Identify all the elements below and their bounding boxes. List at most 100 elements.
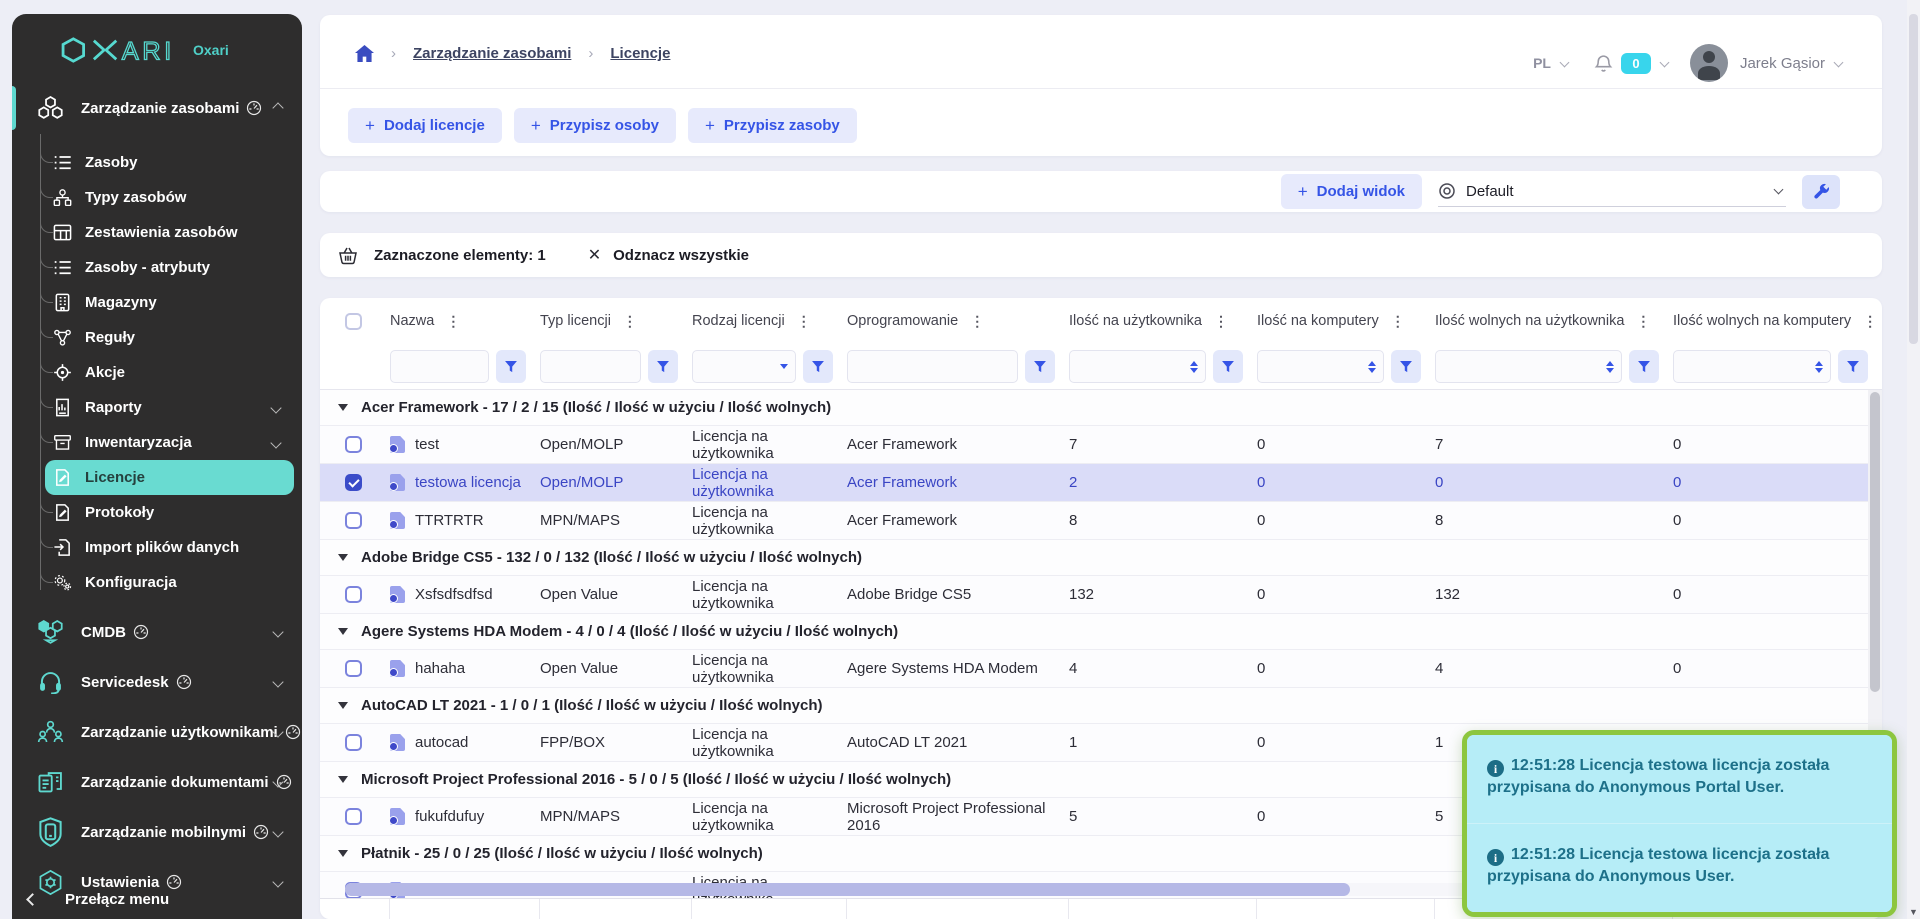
number-stepper[interactable] bbox=[1368, 361, 1376, 373]
group-row[interactable]: Adobe Bridge CS5 - 132 / 0 / 132 (Ilość … bbox=[320, 540, 1868, 576]
sidebar-item[interactable]: Zestawienia zasobów bbox=[12, 215, 302, 250]
filter-input[interactable] bbox=[692, 350, 796, 383]
sidebar-item[interactable]: Zarządzanie zasobami bbox=[12, 90, 302, 126]
home-icon[interactable] bbox=[355, 45, 374, 62]
cell-kind: Licencja na użytkownika bbox=[692, 504, 847, 538]
scrollbar-thumb[interactable] bbox=[1909, 14, 1918, 344]
filter-input[interactable] bbox=[1435, 350, 1622, 383]
column-menu-icon[interactable]: ⋮ bbox=[443, 313, 463, 330]
number-stepper[interactable] bbox=[1815, 361, 1823, 373]
sidebar-item[interactable]: Akcje bbox=[12, 355, 302, 390]
sidebar-item[interactable]: Licencje bbox=[45, 460, 294, 495]
chevron-down-icon[interactable] bbox=[1560, 57, 1570, 67]
filter-funnel-button[interactable] bbox=[1025, 350, 1055, 383]
sidebar-item[interactable]: Import plików danych bbox=[12, 530, 302, 565]
group-row[interactable]: Acer Framework - 17 / 2 / 15 (Ilość / Il… bbox=[320, 390, 1868, 426]
table-row[interactable]: testowa licencjaOpen/MOLPLicencja na uży… bbox=[320, 464, 1868, 502]
filter-input[interactable] bbox=[1257, 350, 1384, 383]
sidebar-item[interactable]: Inwentaryzacja bbox=[12, 425, 302, 460]
sidebar-item[interactable]: Protokoły bbox=[12, 495, 302, 530]
sidebar-item[interactable]: Raporty bbox=[12, 390, 302, 425]
filter-input[interactable] bbox=[1673, 350, 1831, 383]
column-menu-icon[interactable]: ⋮ bbox=[620, 313, 640, 330]
sidebar-item[interactable]: Zarządzanie dokumentami bbox=[12, 764, 302, 800]
filter-input[interactable] bbox=[847, 350, 1018, 383]
hexagons-icon bbox=[37, 96, 64, 120]
filter-funnel-button[interactable] bbox=[648, 350, 678, 383]
filter-funnel-button[interactable] bbox=[1629, 350, 1659, 383]
filter-input[interactable] bbox=[390, 350, 489, 383]
table-row[interactable]: testOpen/MOLPLicencja na użytkownikaAcer… bbox=[320, 426, 1868, 464]
gauge-icon bbox=[176, 674, 192, 690]
menu-toggle[interactable]: Przełącz menu bbox=[12, 879, 302, 919]
assign-people-button[interactable]: + Przypisz osoby bbox=[514, 108, 676, 143]
cell-per_user: 8 bbox=[1069, 512, 1257, 529]
sidebar-item[interactable]: CMDB bbox=[12, 614, 302, 650]
chevron-down-icon[interactable] bbox=[1834, 57, 1844, 67]
sidebar-item[interactable]: Servicedesk bbox=[12, 664, 302, 700]
sidebar-item[interactable]: Zasoby - atrybuty bbox=[12, 250, 302, 285]
sidebar-item[interactable]: Konfiguracja bbox=[12, 565, 302, 600]
logo[interactable]: ARI Oxari bbox=[12, 14, 302, 68]
sidebar-item[interactable]: Reguły bbox=[12, 320, 302, 355]
view-select[interactable]: Default bbox=[1438, 177, 1786, 207]
column-menu-icon[interactable]: ⋮ bbox=[1633, 313, 1653, 330]
row-checkbox[interactable] bbox=[345, 474, 362, 491]
bell-icon[interactable] bbox=[1594, 54, 1613, 73]
column-menu-icon[interactable]: ⋮ bbox=[967, 313, 987, 330]
language-selector[interactable]: PL bbox=[1533, 55, 1551, 71]
row-checkbox[interactable] bbox=[345, 586, 362, 603]
sidebar-item[interactable]: Zarządzanie użytkownikami bbox=[12, 714, 302, 750]
group-row[interactable]: AutoCAD LT 2021 - 1 / 0 / 1 (Ilość / Ilo… bbox=[320, 688, 1868, 724]
scrollbar-thumb[interactable] bbox=[1870, 392, 1880, 692]
sidebar-item-label: Raporty bbox=[85, 399, 142, 416]
filter-funnel-button[interactable] bbox=[496, 350, 526, 383]
number-stepper[interactable] bbox=[1190, 361, 1198, 373]
filter-funnel-button[interactable] bbox=[1391, 350, 1421, 383]
column-menu-icon[interactable]: ⋮ bbox=[1211, 313, 1231, 330]
sidebar-item[interactable]: Magazyny bbox=[12, 285, 302, 320]
sidebar-item[interactable]: Zasoby bbox=[12, 145, 302, 180]
user-name[interactable]: Jarek Gąsior bbox=[1740, 55, 1825, 72]
filter-input[interactable] bbox=[1069, 350, 1206, 383]
group-row[interactable]: Agere Systems HDA Modem - 4 / 0 / 4 (Ilo… bbox=[320, 614, 1868, 650]
table-row[interactable]: XsfsdfsdfsdOpen ValueLicencja na użytkow… bbox=[320, 576, 1868, 614]
chevron-down-icon[interactable] bbox=[1660, 57, 1670, 67]
notification-badge[interactable]: 0 bbox=[1621, 53, 1651, 74]
toast-notification[interactable]: i12:51:28 Licencja testowa licencja zost… bbox=[1467, 823, 1892, 912]
filter-input[interactable] bbox=[540, 350, 641, 383]
row-checkbox[interactable] bbox=[345, 734, 362, 751]
close-icon[interactable]: ✕ bbox=[588, 245, 601, 265]
sidebar-item[interactable]: Typy zasobów bbox=[12, 180, 302, 215]
column-menu-icon[interactable]: ⋮ bbox=[1388, 313, 1408, 330]
view-settings-button[interactable] bbox=[1802, 175, 1840, 209]
column-menu-icon[interactable]: ⋮ bbox=[1860, 313, 1880, 330]
avatar[interactable] bbox=[1690, 44, 1728, 82]
scroll-down-arrow-icon[interactable]: ▼ bbox=[1907, 907, 1920, 917]
filter-funnel-button[interactable] bbox=[1213, 350, 1243, 383]
deselect-all-button[interactable]: Odznacz wszystkie bbox=[613, 247, 749, 264]
table-row[interactable]: hahahaOpen ValueLicencja na użytkownikaA… bbox=[320, 650, 1868, 688]
scrollbar-thumb[interactable] bbox=[345, 883, 1350, 896]
row-checkbox[interactable] bbox=[345, 436, 362, 453]
number-stepper[interactable] bbox=[1606, 361, 1614, 373]
toast-notification[interactable]: i12:51:28 Licencja testowa licencja zost… bbox=[1467, 735, 1892, 823]
add-view-button[interactable]: + Dodaj widok bbox=[1281, 174, 1422, 209]
filter-funnel-button[interactable] bbox=[1838, 350, 1868, 383]
column-menu-icon[interactable]: ⋮ bbox=[794, 313, 814, 330]
group-label: AutoCAD LT 2021 - 1 / 0 / 1 (Ilość / Ilo… bbox=[361, 697, 823, 714]
filter-funnel-button[interactable] bbox=[803, 350, 833, 383]
chevron-down-icon[interactable] bbox=[780, 364, 788, 369]
table-row[interactable]: TTRTRTRMPN/MAPSLicencja na użytkownikaAc… bbox=[320, 502, 1868, 540]
sidebar-item-label: Typy zasobów bbox=[85, 189, 186, 206]
row-checkbox[interactable] bbox=[345, 512, 362, 529]
assign-assets-button[interactable]: + Przypisz zasoby bbox=[688, 108, 857, 143]
row-checkbox[interactable] bbox=[345, 660, 362, 677]
select-all-checkbox[interactable] bbox=[345, 313, 362, 330]
add-license-button[interactable]: + Dodaj licencje bbox=[348, 108, 502, 143]
row-checkbox[interactable] bbox=[345, 808, 362, 825]
sidebar-item[interactable]: Zarządzanie mobilnymi bbox=[12, 814, 302, 850]
breadcrumb-link-licencje[interactable]: Licencje bbox=[610, 45, 670, 62]
sidebar-item-label: Import plików danych bbox=[85, 539, 239, 556]
breadcrumb-link-zarzadzanie-zasobami[interactable]: Zarządzanie zasobami bbox=[413, 45, 571, 62]
